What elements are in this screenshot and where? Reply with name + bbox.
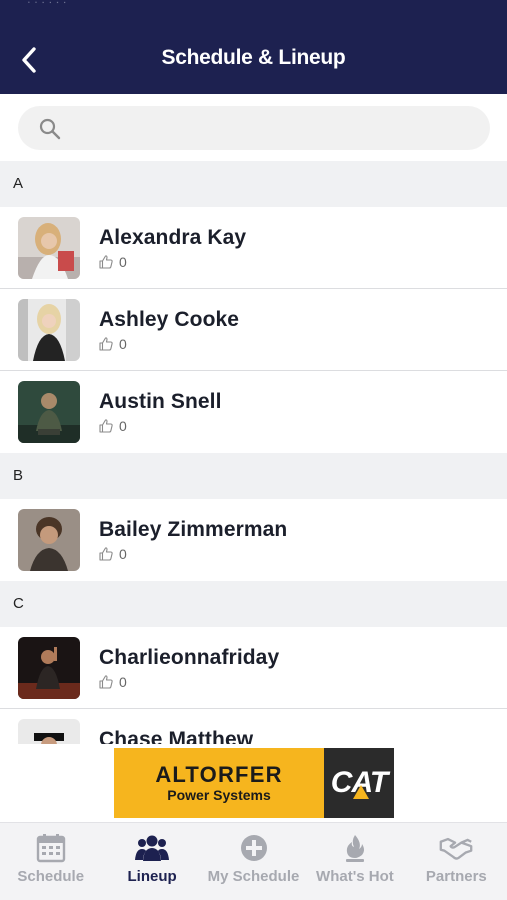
handshake-icon xyxy=(439,837,473,860)
flame-icon xyxy=(345,835,364,862)
artist-name: Ashley Cooke xyxy=(99,308,240,331)
artist-photo xyxy=(18,217,80,279)
tab-schedule[interactable]: Schedule xyxy=(0,823,101,900)
status-bar-remnant: • • ▪ ▪ ▪ ▪ xyxy=(28,0,68,4)
tab-label: Schedule xyxy=(17,868,85,885)
thumbs-up-icon xyxy=(99,547,113,561)
like-count: 0 xyxy=(119,254,127,270)
artist-name: Charlieonnafriday xyxy=(99,646,280,669)
artist-photo xyxy=(18,637,80,699)
like-count: 0 xyxy=(119,546,127,562)
artist-name: Bailey Zimmerman xyxy=(99,518,288,541)
artist-name: Chase Matthew xyxy=(99,728,254,744)
tab-lineup[interactable]: Lineup xyxy=(101,823,202,900)
ad-area: ALTORFER Power Systems CAT xyxy=(0,744,507,822)
search-input[interactable] xyxy=(74,106,474,150)
search-area xyxy=(0,94,507,161)
artist-row-bailey-zimmerman[interactable]: Bailey Zimmerman 0 xyxy=(0,499,507,581)
artist-photo xyxy=(18,719,80,744)
like-button[interactable]: 0 xyxy=(98,336,127,352)
artist-photo xyxy=(18,299,80,361)
tab-label: Partners xyxy=(425,868,487,885)
bottom-tab-bar: Schedule Lineup My Schedule What's Hot P… xyxy=(0,822,507,900)
artist-row-charlieonnafriday[interactable]: Charlieonnafriday 0 xyxy=(0,627,507,709)
app-header: • • ▪ ▪ ▪ ▪ Schedule & Lineup xyxy=(0,0,507,94)
artist-row-alexandra-kay[interactable]: Alexandra Kay 0 xyxy=(0,207,507,289)
thumbs-up-icon xyxy=(99,337,113,351)
artist-row-chase-matthew[interactable]: Chase Matthew 0 xyxy=(0,709,507,744)
thumbs-up-icon xyxy=(99,419,113,433)
cat-logo-panel: CAT xyxy=(324,748,394,818)
tab-label: My Schedule xyxy=(207,868,300,885)
artist-photo xyxy=(18,381,80,443)
artist-photo xyxy=(18,509,80,571)
section-header-b: B xyxy=(0,453,507,499)
artist-list[interactable]: A Alexandra Kay 0 Ashley Cooke 0 Austin … xyxy=(0,161,507,744)
thumbs-up-icon xyxy=(99,255,113,269)
search-icon xyxy=(39,118,61,140)
cat-logo: CAT xyxy=(331,766,388,800)
like-button[interactable]: 0 xyxy=(98,254,127,270)
calendar-icon xyxy=(36,834,65,863)
artist-row-ashley-cooke[interactable]: Ashley Cooke 0 xyxy=(0,289,507,371)
like-button[interactable]: 0 xyxy=(98,546,127,562)
tab-partners[interactable]: Partners xyxy=(406,823,507,900)
plus-circle-icon xyxy=(240,835,267,861)
sponsor-name-panel: ALTORFER Power Systems xyxy=(114,748,324,818)
sponsor-brand: ALTORFER xyxy=(155,761,283,787)
like-button[interactable]: 0 xyxy=(98,674,127,690)
people-icon xyxy=(135,835,170,861)
sponsor-subtitle: Power Systems xyxy=(167,786,271,803)
tab-label: What's Hot xyxy=(316,868,394,885)
search-bar[interactable] xyxy=(18,106,490,150)
sponsor-banner[interactable]: ALTORFER Power Systems CAT xyxy=(114,748,394,818)
tab-my-schedule[interactable]: My Schedule xyxy=(203,823,304,900)
artist-row-austin-snell[interactable]: Austin Snell 0 xyxy=(0,371,507,453)
tab-whats-hot[interactable]: What's Hot xyxy=(304,823,405,900)
page-title: Schedule & Lineup xyxy=(161,46,346,69)
like-button[interactable]: 0 xyxy=(98,418,127,434)
artist-name: Alexandra Kay xyxy=(99,226,247,249)
section-header-a: A xyxy=(0,161,507,207)
like-count: 0 xyxy=(119,418,127,434)
artist-name: Austin Snell xyxy=(99,390,222,413)
thumbs-up-icon xyxy=(99,675,113,689)
section-header-c: C xyxy=(0,581,507,627)
like-count: 0 xyxy=(119,336,127,352)
like-count: 0 xyxy=(119,674,127,690)
tab-label: Lineup xyxy=(127,868,177,885)
